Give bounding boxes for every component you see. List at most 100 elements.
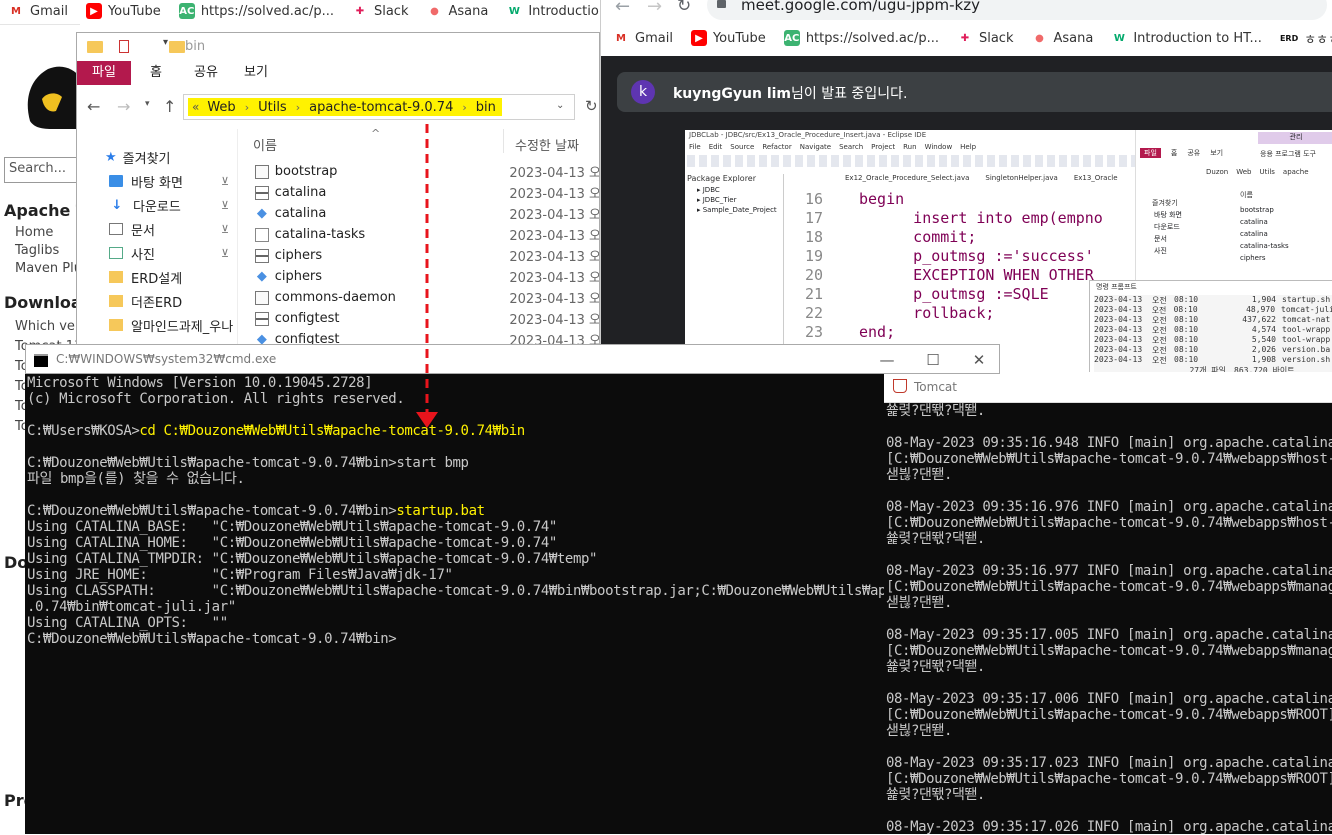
eclipse-menu-item[interactable]: Source [730,143,754,151]
search-input[interactable]: Search... [4,157,80,183]
eclipse-menu-item[interactable]: Project [871,143,895,151]
mini-ribbon-tab[interactable]: 공유 [1187,148,1200,158]
maximize-icon[interactable]: ☐ [910,345,956,375]
batch-file-icon [255,185,269,200]
bookmark-youtube[interactable]: ▶ YouTube [85,3,161,19]
address-segment[interactable]: Web [207,100,235,115]
cmd-line: C:₩Douzone₩Web₩Utils₩apache-tomcat-9.0.7… [27,503,884,519]
bookmark-erd[interactable]: ERD ㅎㅎㅎ [1279,29,1332,48]
eclipse-menu-item[interactable]: Navigate [800,143,831,151]
minimize-icon[interactable]: — [864,345,910,375]
url-bar[interactable]: meet.google.com/ugu-jppm-kzy [707,0,1327,20]
cmd-line: C:₩Douzone₩Web₩Utils₩apache-tomcat-9.0.7… [27,455,884,471]
mini-explorer: 관리 파일 홈 공유 보기 응용 프로그램 도구 Duzon Web Utils apach… [1135,130,1332,280]
mini-file[interactable]: catalina-tasks [1240,242,1289,254]
mini-file[interactable]: catalina [1240,218,1289,230]
quick-access[interactable]: ★ 즐겨찾기 [77,145,237,169]
nav-link[interactable]: Maven Plu [15,261,82,279]
mini-path-segment[interactable]: Duzon [1206,168,1228,176]
ribbon-tab[interactable]: 공유 [181,61,231,85]
bookmark-asana[interactable]: ● Asana [1031,30,1093,46]
mini-ribbon-tab[interactable]: 파일 [1140,148,1161,158]
eclipse-menu-item[interactable]: Run [903,143,916,151]
download-arrow-icon: ↓ [111,197,123,213]
nav-links: Home Taglibs Maven Plu [15,225,82,279]
address-segment[interactable]: bin [476,100,496,115]
sidebar-item[interactable]: ERD설계 [77,265,237,289]
mini-path-segment[interactable]: Utils [1260,168,1275,176]
bookmark-gmail[interactable]: M Gmail [8,3,68,19]
mini-side-item[interactable]: 다운로드 [1154,222,1182,234]
ribbon-tab[interactable]: 홈 [131,61,181,85]
reload-icon[interactable]: ↻ [677,0,691,16]
sidebar-item[interactable]: 사진 ⊻ [77,241,237,265]
eclipse-menu-item[interactable]: Edit [709,143,723,151]
bookmark-w3schools[interactable]: W Introduction to HT... [1111,30,1262,46]
column-header-modified[interactable]: 수정한 날짜 [515,135,579,154]
address-segment[interactable]: apache-tomcat-9.0.74 [309,100,453,115]
mini-side-item[interactable]: 문서 [1154,234,1182,246]
address-bar[interactable]: « Web › Utils › apache-tomcat-9.0.74 › bin ⌄ [183,94,575,120]
bookmark-slack[interactable]: ✚ Slack [956,30,1013,46]
file-name: bootstrap [274,164,338,179]
mini-side-item[interactable]: 사진 [1154,246,1182,258]
sidebar-item[interactable]: 알마인드과제_우나 [77,313,237,337]
mini-file[interactable]: ciphers [1240,254,1289,266]
mini-ribbon-tabs: 파일 홈 공유 보기 [1140,148,1233,158]
mini-ribbon-tab[interactable]: 보기 [1210,148,1223,158]
editor-tab[interactable]: Ex13_Oracle [1074,174,1118,182]
eclipse-menu-item[interactable]: Help [960,143,976,151]
lock-icon [717,0,726,8]
sidebar-item[interactable]: 더존ERD [77,289,237,313]
bookmark-gmail[interactable]: M Gmail [613,30,673,46]
mini-ribbon-tab[interactable]: 홈 [1171,148,1177,158]
mini-side-item[interactable]: 바탕 화면 [1154,210,1182,222]
mini-sidebar: 바탕 화면 다운로드 문서 사진 [1154,210,1182,258]
bookmark-slack[interactable]: ✚ Slack [351,3,408,19]
bookmark-solvedac[interactable]: AC https://solved.ac/p... [178,3,334,19]
ribbon-tab[interactable]: 보기 [231,61,281,85]
nav-link[interactable]: Home [15,225,82,243]
eclipse-menu-item[interactable]: Window [925,143,953,151]
project-item[interactable]: ▸ Sample_Date_Project [687,206,783,216]
close-icon[interactable]: ✕ [956,345,1002,375]
back-arrow-icon[interactable]: ← [615,0,630,17]
refresh-icon[interactable]: ↻ [585,97,598,115]
file-date: 2023-04-13 오 [509,166,600,181]
bookmark-w3schools[interactable]: W Introduction to HT... [506,3,600,19]
eclipse-menu-item[interactable]: Search [839,143,863,151]
mini-path-segment[interactable]: Web [1236,168,1251,176]
mini-path-segment[interactable]: apache [1283,168,1309,176]
batch-file-icon [255,311,269,326]
sidebar-item[interactable]: 문서 ⊻ [77,217,237,241]
recent-dropdown-icon[interactable]: ▾ [145,99,150,109]
sidebar-item[interactable]: ↓ 다운로드 ⊻ [77,193,237,217]
ribbon-tab-file[interactable]: 파일 [77,61,131,85]
editor-tab[interactable]: SingletonHelper.java [985,174,1057,182]
bookmark-asana[interactable]: ● Asana [426,3,488,19]
address-segment[interactable]: Utils [258,100,287,115]
mini-file[interactable]: bootstrap [1240,206,1289,218]
eclipse-menu-item[interactable]: File [689,143,701,151]
back-arrow-icon[interactable]: ← [87,97,100,116]
project-item[interactable]: ▸ JDBC_Tier [687,196,783,206]
customize-qat-icon[interactable]: ▾ [163,37,168,48]
mini-cmd-row: 2023-04-13 오전 08:10 4,574 tool-wrapp [1094,325,1332,335]
up-arrow-icon[interactable]: ↑ [163,97,176,116]
forward-arrow-icon[interactable]: → [117,97,130,116]
project-item[interactable]: ▸ JDBC [687,186,783,196]
address-dropdown-icon[interactable]: ⌄ [556,100,564,111]
column-header-name[interactable]: 이름 [253,135,277,154]
bookmark-youtube[interactable]: ▶ YouTube [690,30,766,46]
sidebar-item[interactable]: 바탕 화면 ⊻ [77,169,237,193]
download-link[interactable]: Which ver [15,319,82,339]
properties-icon[interactable] [119,40,129,53]
editor-tab[interactable]: Ex12_Oracle_Procedure_Select.java [845,174,969,182]
mini-cmd-file: startup.sh [1282,295,1331,304]
bookmark-solvedac[interactable]: AC https://solved.ac/p... [783,30,939,46]
forward-arrow-icon[interactable]: → [647,0,662,17]
new-folder-icon[interactable] [169,41,186,53]
nav-link[interactable]: Taglibs [15,243,82,261]
mini-file[interactable]: catalina [1240,230,1289,242]
eclipse-menu-item[interactable]: Refactor [762,143,791,151]
